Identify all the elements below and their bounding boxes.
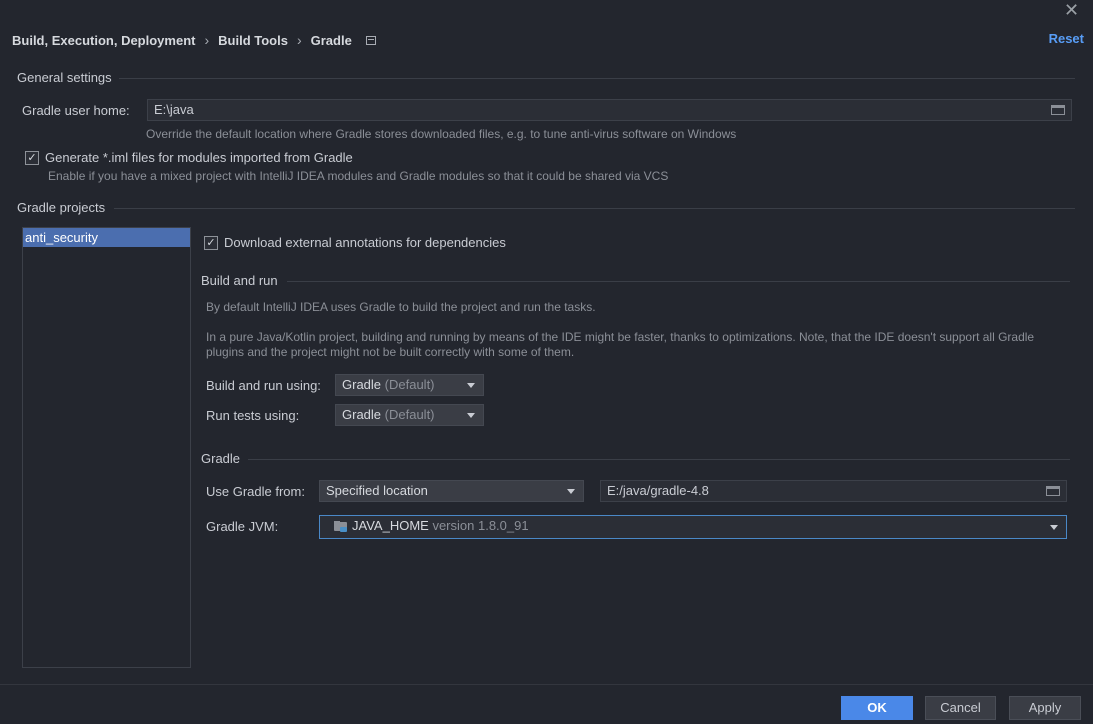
gradle-jvm-dropdown[interactable]: JAVA_HOME version 1.8.0_91 (319, 515, 1067, 539)
build-run-using-dropdown[interactable]: Gradle (Default) (335, 374, 484, 396)
download-annotations-label: Download external annotations for depend… (224, 235, 506, 250)
use-gradle-from-label: Use Gradle from: (206, 484, 305, 499)
gradle-projects-list[interactable]: anti_security (22, 227, 191, 668)
build-run-using-default: (Default) (384, 377, 435, 392)
breadcrumb-item-build-execution-deployment[interactable]: Build, Execution, Deployment (12, 33, 195, 48)
close-icon[interactable]: ✕ (1064, 1, 1080, 19)
breadcrumb-item-gradle: Gradle (310, 32, 352, 48)
apply-button[interactable]: Apply (1009, 696, 1081, 720)
gradle-jvm-label: Gradle JVM: (206, 519, 279, 534)
use-gradle-from-value: Specified location (326, 483, 428, 498)
gradle-user-home-label: Gradle user home: (22, 103, 130, 118)
run-tests-using-label: Run tests using: (206, 408, 300, 423)
project-scope-icon (365, 35, 376, 45)
download-annotations-checkbox[interactable]: ✓ (204, 236, 218, 250)
cancel-button[interactable]: Cancel (925, 696, 996, 720)
ok-button[interactable]: OK (841, 696, 913, 720)
breadcrumb-separator: › (204, 32, 210, 48)
generate-iml-label: Generate *.iml files for modules importe… (45, 150, 353, 165)
reset-link[interactable]: Reset (1049, 31, 1084, 46)
chevron-down-icon (567, 489, 575, 494)
build-and-run-divider (287, 281, 1070, 282)
build-and-run-title: Build and run (201, 273, 278, 288)
build-run-note-line2: plugins and the project might not be bui… (206, 345, 575, 359)
gradle-section-title: Gradle (201, 451, 241, 466)
run-tests-using-dropdown[interactable]: Gradle (Default) (335, 404, 484, 426)
gradle-section-divider (248, 459, 1070, 460)
gradle-user-home-value: E:\java (154, 102, 194, 117)
breadcrumb: Build, Execution, Deployment › Build Too… (12, 31, 376, 49)
use-gradle-from-dropdown[interactable]: Specified location (319, 480, 584, 502)
breadcrumb-separator: › (296, 32, 302, 48)
browse-folder-icon[interactable] (1046, 486, 1060, 496)
gradle-settings-panel: ✕ Build, Execution, Deployment › Build T… (0, 0, 1093, 724)
run-tests-using-value: Gradle (342, 407, 382, 422)
gradle-jvm-name: JAVA_HOME (352, 518, 429, 533)
chevron-down-icon (467, 383, 475, 388)
build-run-using-value: Gradle (342, 377, 382, 392)
build-run-note-line1: In a pure Java/Kotlin project, building … (206, 330, 1035, 344)
footer-divider (0, 684, 1093, 685)
gradle-user-home-hint: Override the default location where Grad… (146, 127, 737, 141)
project-list-item[interactable]: anti_security (23, 228, 190, 247)
gradle-location-value: E:/java/gradle-4.8 (607, 483, 709, 498)
general-settings-title: General settings (17, 70, 112, 85)
gradle-user-home-field[interactable]: E:\java (147, 99, 1072, 121)
gradle-jvm-version: version 1.8.0_91 (432, 518, 529, 533)
gradle-projects-title: Gradle projects (17, 200, 106, 215)
browse-folder-icon[interactable] (1051, 105, 1065, 115)
generate-iml-checkbox[interactable]: ✓ (25, 151, 39, 165)
gradle-location-field[interactable]: E:/java/gradle-4.8 (600, 480, 1067, 502)
build-run-description: By default IntelliJ IDEA uses Gradle to … (206, 300, 596, 314)
run-tests-using-default: (Default) (384, 407, 435, 422)
gradle-projects-divider (114, 208, 1075, 209)
chevron-down-icon (1050, 525, 1058, 530)
jdk-folder-icon (334, 521, 348, 532)
generate-iml-hint: Enable if you have a mixed project with … (48, 169, 669, 183)
breadcrumb-item-build-tools[interactable]: Build Tools (218, 33, 288, 48)
chevron-down-icon (467, 413, 475, 418)
build-run-using-label: Build and run using: (206, 378, 321, 393)
general-settings-divider (119, 78, 1075, 79)
